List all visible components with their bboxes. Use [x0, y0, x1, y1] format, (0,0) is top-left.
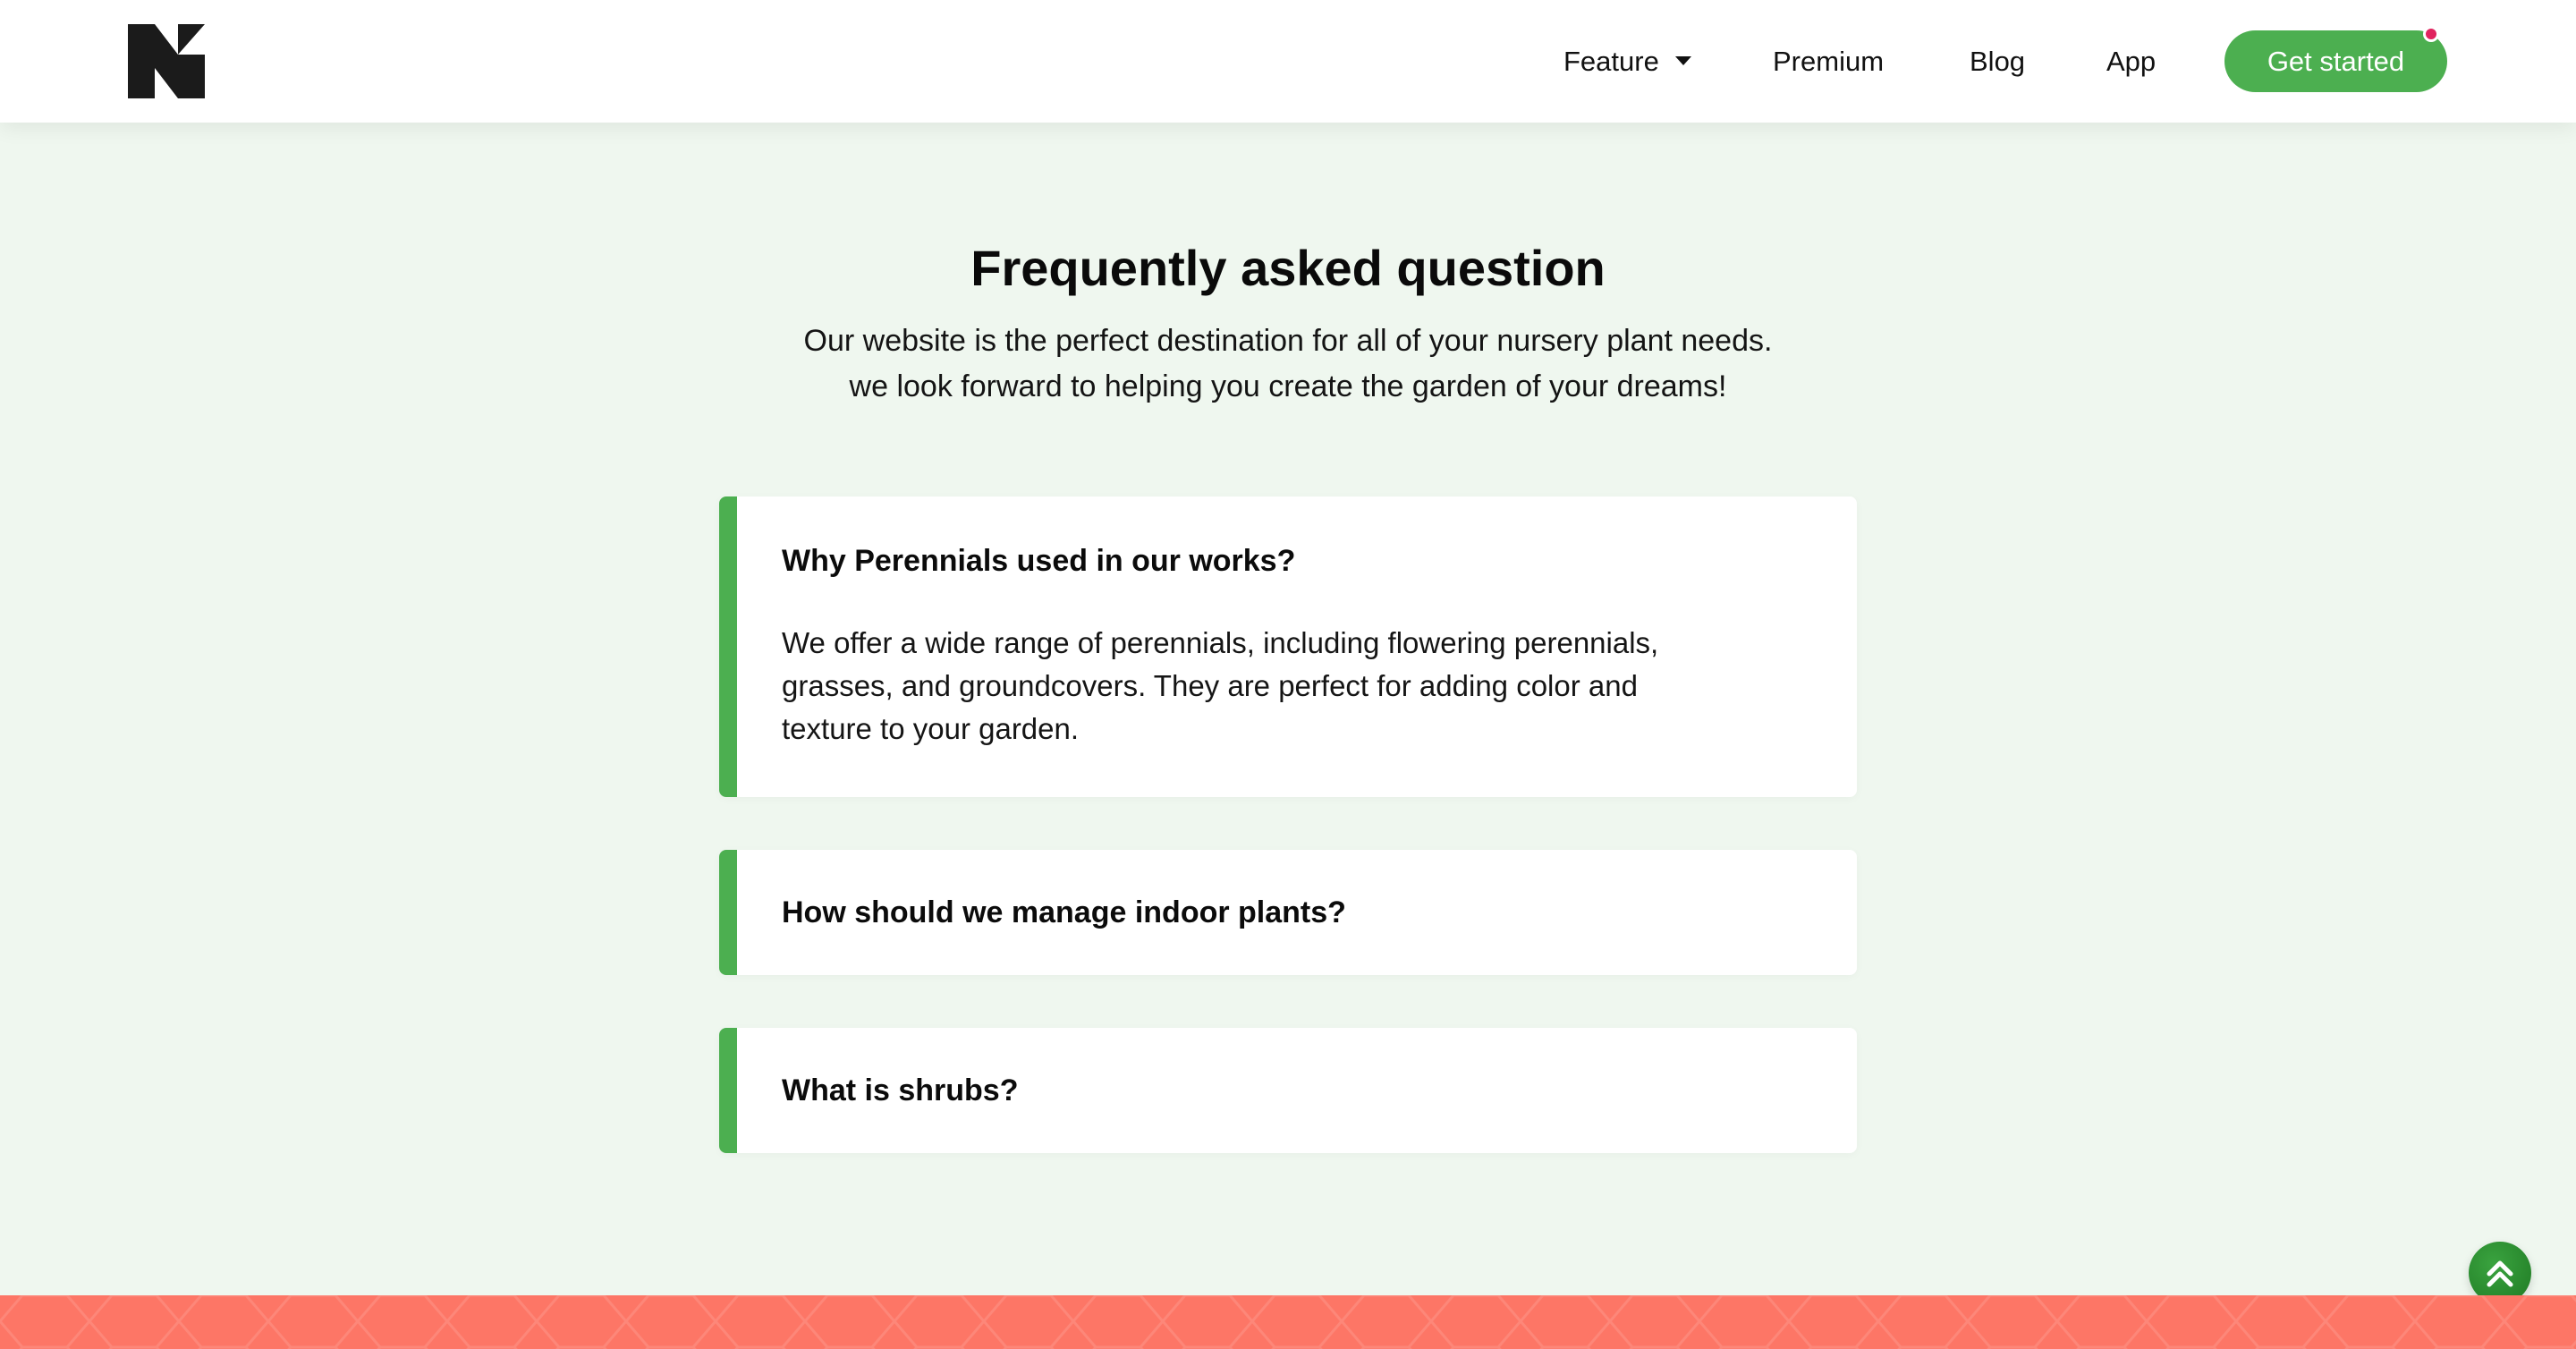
n-logo-icon[interactable]	[128, 24, 205, 98]
footer-band	[0, 1295, 2576, 1349]
faq-subtitle-line-1: Our website is the perfect destination f…	[803, 324, 1773, 358]
faq-title: Frequently asked question	[970, 240, 1606, 296]
double-chevron-up-icon	[2487, 1260, 2513, 1287]
faq-question[interactable]: How should we manage indoor plants?	[782, 893, 1346, 932]
faq-answer: We offer a wide range of perennials, inc…	[782, 626, 1659, 745]
nav-feature-label: Feature	[1563, 46, 1659, 77]
nav-premium-link[interactable]: Premium	[1773, 41, 1884, 82]
get-started-button[interactable]: Get started	[2224, 30, 2447, 92]
faq-question[interactable]: Why Perennials used in our works?	[782, 541, 1295, 581]
hexagon-pattern	[0, 1295, 2576, 1349]
faq-subtitle-line-2: we look forward to helping you create th…	[849, 369, 1727, 403]
site-header: Feature Premium Blog App Get started	[0, 0, 2576, 123]
caret-down-icon	[1674, 55, 1691, 65]
faq-item-perennials[interactable]: Why Perennials used in our works? We off…	[719, 496, 1857, 797]
nav-blog-link[interactable]: Blog	[1970, 41, 2025, 82]
notification-dot	[2423, 26, 2439, 42]
nav-feature-dropdown[interactable]: Feature	[1563, 41, 1691, 82]
faq-subtitle: Our website is the perfect destination f…	[0, 318, 2576, 410]
faq-item-shrubs[interactable]: What is shrubs?	[719, 1028, 1857, 1153]
faq-question[interactable]: What is shrubs?	[782, 1071, 1018, 1110]
nav-app-link[interactable]: App	[2106, 41, 2156, 82]
faq-item-indoor-plants[interactable]: How should we manage indoor plants?	[719, 850, 1857, 975]
